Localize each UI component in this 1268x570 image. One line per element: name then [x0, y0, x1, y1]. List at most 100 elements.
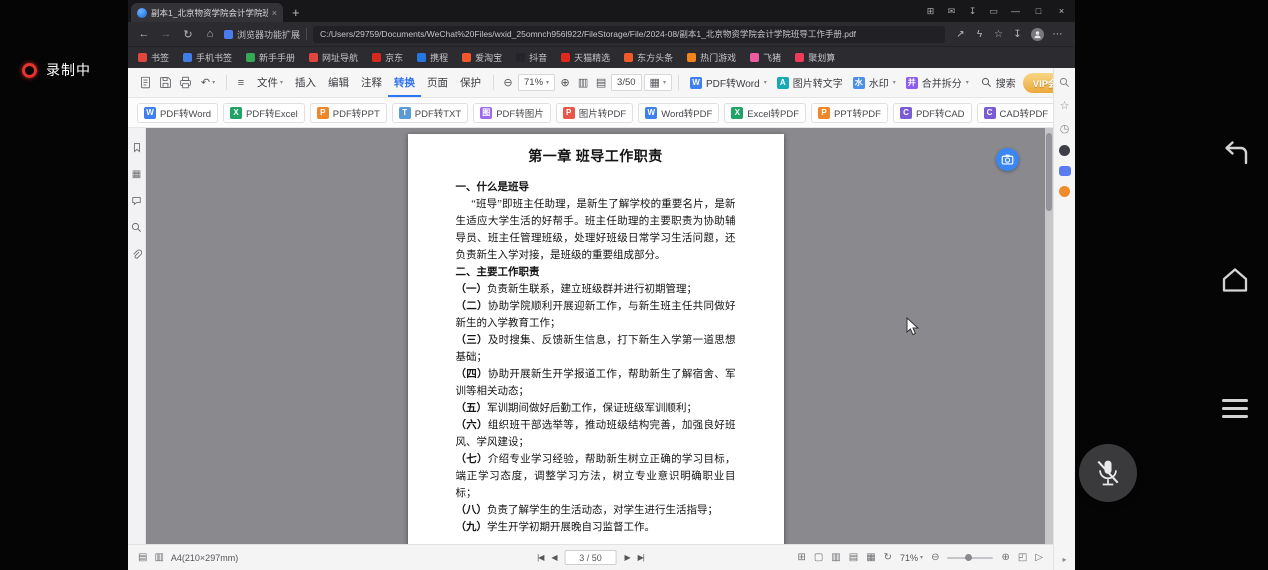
- extension-chip[interactable]: 浏览器功能扩展: [224, 28, 300, 41]
- bookmark-item[interactable]: 东方头条: [624, 51, 673, 64]
- url-input[interactable]: C:/Users/29759/Documents/WeChat%20Files/…: [313, 26, 945, 43]
- forward-icon[interactable]: →: [158, 28, 174, 40]
- single-page-icon[interactable]: ▥: [831, 552, 840, 563]
- floating-convert-button[interactable]: [996, 148, 1019, 171]
- bookmark-item[interactable]: 网址导航: [309, 51, 358, 64]
- first-page-button[interactable]: |◀: [537, 553, 543, 562]
- refresh-icon[interactable]: ↻: [180, 28, 196, 41]
- vertical-scrollbar[interactable]: [1045, 128, 1053, 544]
- convert-button[interactable]: X PDF转Excel: [223, 103, 305, 123]
- tab-close-icon[interactable]: ×: [272, 8, 277, 18]
- address-action-icon[interactable]: ↧: [1008, 29, 1027, 40]
- browser-action-icon[interactable]: ✉: [941, 6, 962, 17]
- zoom-select[interactable]: 71% ▾: [518, 74, 555, 91]
- android-home-button[interactable]: [1220, 266, 1250, 299]
- menu-item[interactable]: 文件 ▾: [251, 68, 289, 97]
- bookmark-item[interactable]: 飞猪: [750, 51, 781, 64]
- fit-width-icon[interactable]: ▥: [575, 76, 591, 89]
- presentation-mode-icon[interactable]: ▷: [1035, 552, 1043, 563]
- menu-item[interactable]: 保护: [454, 68, 487, 97]
- last-page-button[interactable]: ▶|: [638, 553, 644, 562]
- prev-page-button[interactable]: ◀: [551, 553, 556, 562]
- zoom-out-icon[interactable]: ⊖: [931, 552, 939, 563]
- double-page-icon[interactable]: ▦: [866, 552, 875, 563]
- menu-item[interactable]: 插入: [289, 68, 322, 97]
- search-button[interactable]: 搜索: [976, 68, 1021, 97]
- select-tool-icon[interactable]: ⊞: [797, 552, 805, 563]
- page-number-input[interactable]: 3 / 50: [565, 550, 617, 565]
- zoom-out-icon[interactable]: ⊖: [500, 76, 516, 89]
- menu-item[interactable]: 编辑: [322, 68, 355, 97]
- maximize-button[interactable]: □: [1027, 6, 1050, 16]
- fit-screen-icon[interactable]: ◰: [1018, 552, 1027, 563]
- attachments-panel-icon[interactable]: [131, 249, 142, 260]
- bookmark-item[interactable]: 携程: [417, 51, 448, 64]
- next-page-button[interactable]: ▶: [625, 553, 630, 562]
- continuous-view-icon[interactable]: ▤: [849, 552, 858, 563]
- home-icon[interactable]: ⌂: [202, 28, 218, 40]
- convert-button[interactable]: P 图片转PDF: [556, 103, 634, 123]
- save-icon[interactable]: [156, 68, 174, 97]
- fit-page-icon[interactable]: ▤: [593, 76, 609, 89]
- sidebar-history-icon[interactable]: ◷: [1058, 122, 1071, 135]
- convert-button[interactable]: C CAD转PDF: [977, 103, 1053, 123]
- browser-action-icon[interactable]: ▭: [983, 6, 1004, 17]
- profile-avatar[interactable]: [1031, 28, 1044, 41]
- convert-button[interactable]: W Word转PDF: [638, 103, 719, 123]
- more-icon[interactable]: ⋯: [1048, 29, 1067, 40]
- zoom-in-icon[interactable]: ⊕: [1001, 552, 1009, 563]
- zoom-slider-knob[interactable]: [965, 554, 972, 561]
- convert-button[interactable]: W PDF转Word: [137, 103, 218, 123]
- sidebar-search-icon[interactable]: [1058, 76, 1071, 89]
- toolbar-tool-button[interactable]: 并 合并拆分 ▾: [901, 75, 974, 90]
- bookmark-item[interactable]: 书签: [138, 51, 169, 64]
- toolbar-tool-button[interactable]: A 图片转文字: [772, 75, 848, 90]
- view-mode-select[interactable]: ▦ ▾: [644, 74, 672, 91]
- menu-item[interactable]: 转换: [388, 68, 421, 97]
- search-panel-icon[interactable]: [131, 222, 142, 233]
- rotate-icon[interactable]: ↻: [884, 552, 892, 563]
- address-action-icon[interactable]: ↗: [951, 29, 970, 40]
- address-action-icon[interactable]: ☆: [989, 29, 1008, 40]
- page-thumbnail-icon[interactable]: ▤: [138, 552, 147, 563]
- sidebar-favorites-icon[interactable]: ☆: [1058, 99, 1071, 112]
- page-layout-icon[interactable]: ▥: [154, 552, 163, 563]
- sidebar-reading-mode-icon[interactable]: [1059, 145, 1070, 156]
- address-action-icon[interactable]: ϟ: [970, 29, 989, 40]
- bookmark-item[interactable]: 京东: [372, 51, 403, 64]
- expand-panel-icon[interactable]: ▸: [1062, 555, 1066, 564]
- thumbnails-panel-icon[interactable]: ▦: [132, 169, 141, 180]
- browser-action-icon[interactable]: ↧: [962, 6, 983, 17]
- browser-tab[interactable]: 副本1_北京物资学院会计学院班... ×: [131, 3, 283, 22]
- close-button[interactable]: ×: [1050, 6, 1073, 16]
- bookmark-item[interactable]: 手机书签: [183, 51, 232, 64]
- hand-tool-icon[interactable]: ▢: [814, 552, 823, 563]
- new-tab-button[interactable]: +: [292, 6, 300, 19]
- minimize-button[interactable]: —: [1004, 6, 1027, 16]
- convert-button[interactable]: P PPT转PDF: [811, 103, 888, 123]
- convert-button[interactable]: P PDF转PPT: [310, 103, 387, 123]
- menu-item[interactable]: 页面: [421, 68, 454, 97]
- toolbar-tool-button[interactable]: 水 水印 ▾: [848, 75, 901, 90]
- convert-button[interactable]: C PDF转CAD: [893, 103, 972, 123]
- zoom-in-icon[interactable]: ⊕: [557, 76, 573, 89]
- convert-button[interactable]: X Excel转PDF: [724, 103, 806, 123]
- menu-item[interactable]: 注释: [355, 68, 388, 97]
- back-icon[interactable]: ←: [136, 28, 152, 40]
- zoom-level-select[interactable]: 71% ▾: [900, 553, 923, 563]
- vip-member-button[interactable]: VIP会员: [1023, 73, 1053, 93]
- sidebar-games-icon[interactable]: [1059, 166, 1071, 176]
- browser-action-icon[interactable]: ⊞: [920, 6, 941, 17]
- microphone-muted-button[interactable]: [1079, 444, 1137, 502]
- bookmark-item[interactable]: 热门游戏: [687, 51, 736, 64]
- android-back-button[interactable]: [1220, 140, 1250, 171]
- print-icon[interactable]: [176, 68, 194, 97]
- convert-button[interactable]: 图 PDF转图片: [473, 103, 551, 123]
- bookmark-item[interactable]: 抖音: [516, 51, 547, 64]
- page-indicator[interactable]: 3/50: [611, 74, 642, 91]
- open-document-icon[interactable]: [136, 68, 154, 97]
- toolbar-tool-button[interactable]: W PDF转Word ▾: [685, 75, 772, 90]
- bookmark-item[interactable]: 天猫精选: [561, 51, 610, 64]
- comments-panel-icon[interactable]: [131, 196, 142, 206]
- bookmarks-panel-icon[interactable]: [132, 142, 142, 153]
